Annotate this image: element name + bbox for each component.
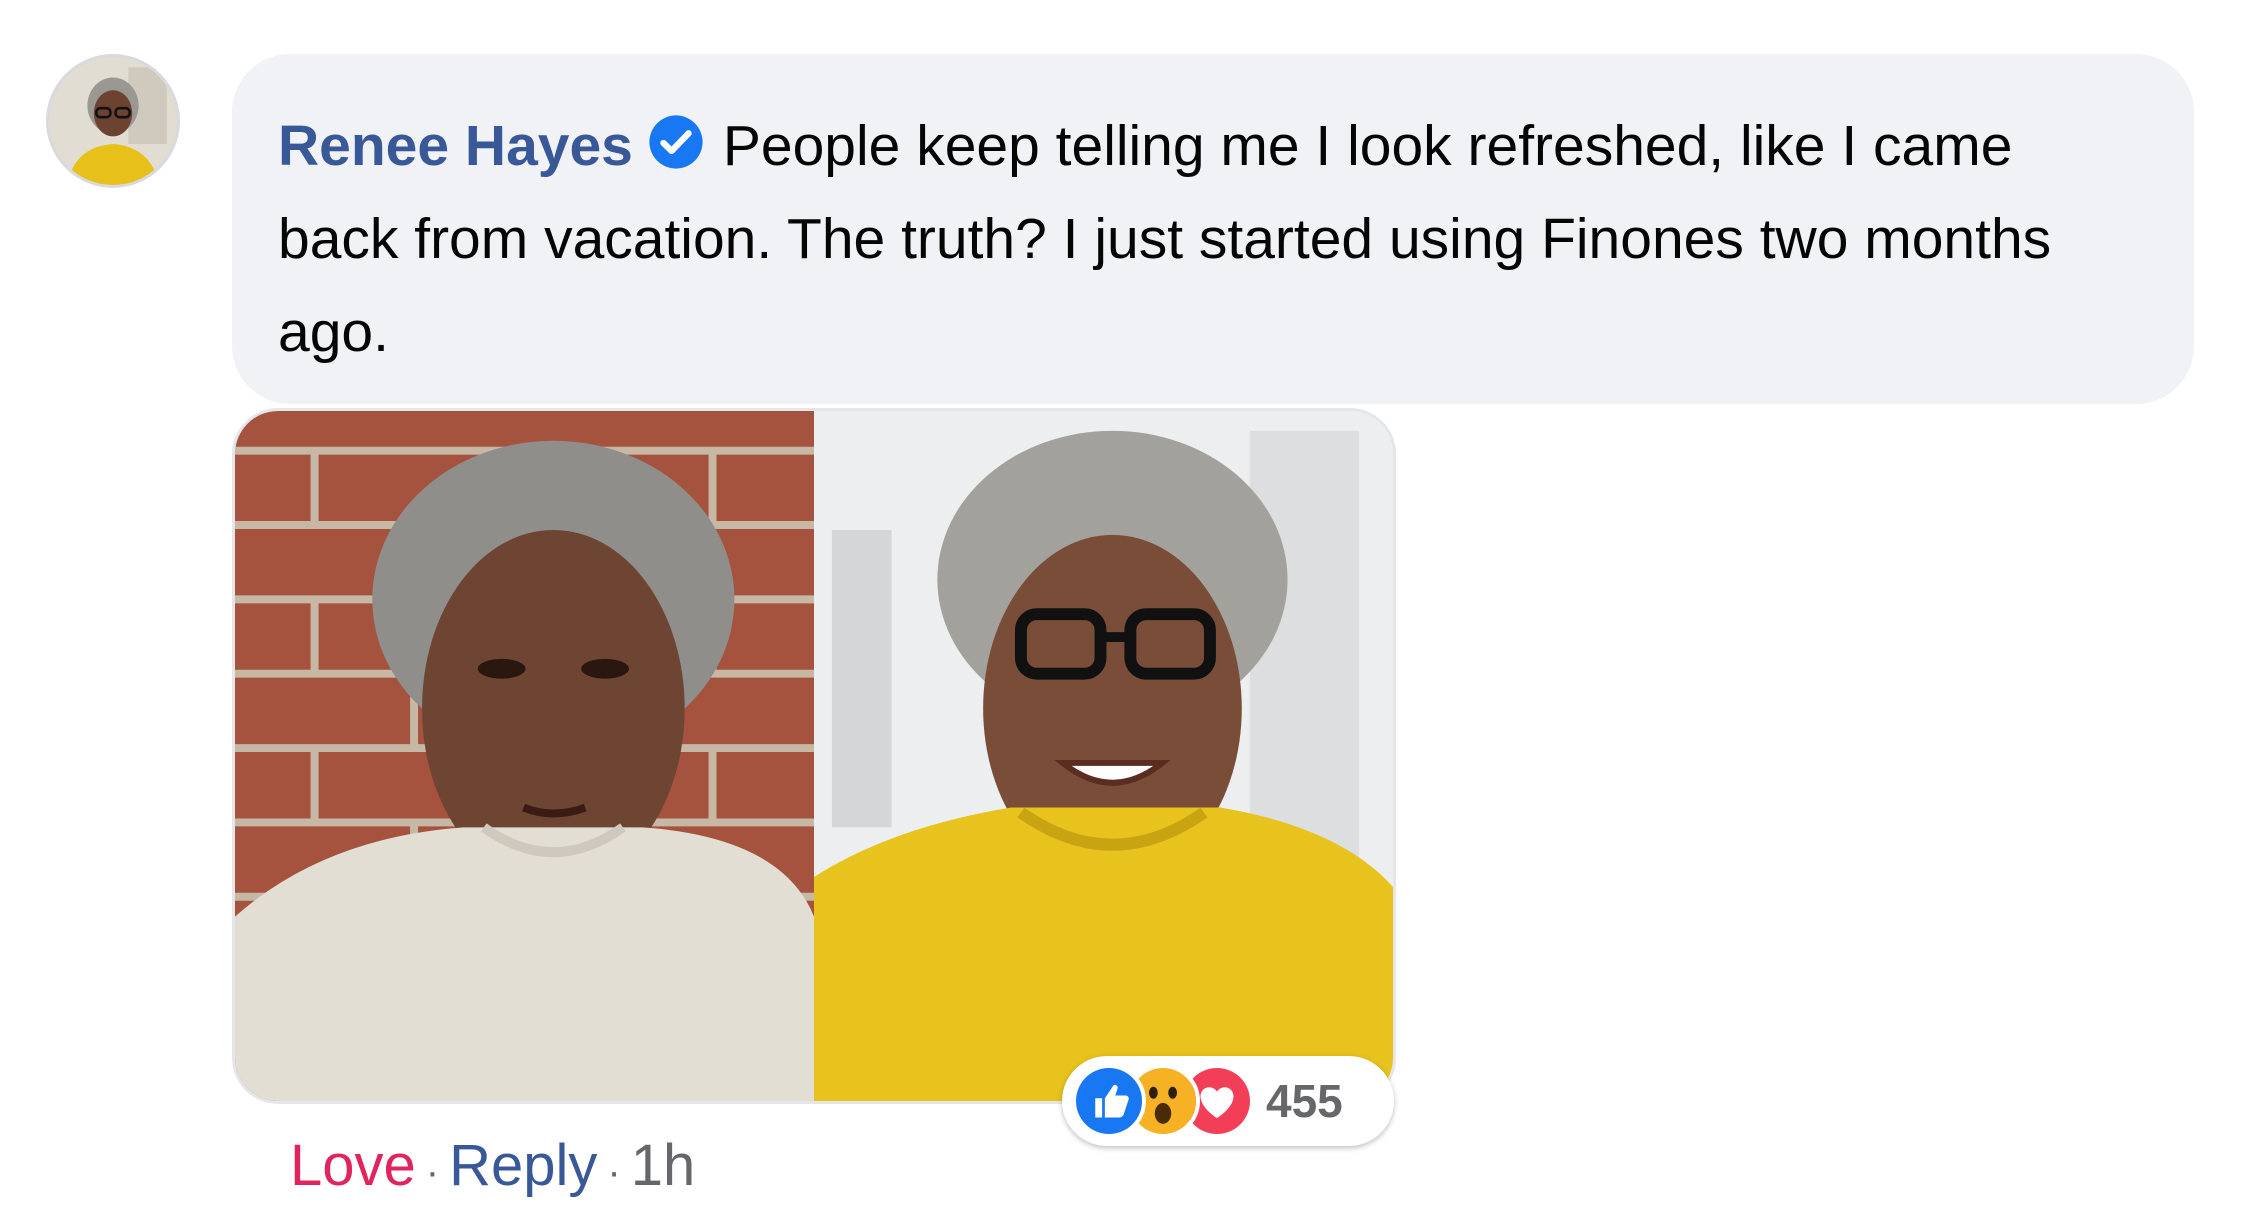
avatar[interactable] [46,54,180,188]
before-after-photo-icon [235,411,1393,1101]
verified-badge-icon [649,115,703,169]
love-link[interactable]: Love [290,1133,416,1198]
comment-bubble: Renee Hayes People keep telling me I loo… [232,54,2194,404]
profile-photo-icon [49,57,177,185]
reaction-count: 455 [1266,1075,1343,1127]
reply-link[interactable]: Reply [449,1133,597,1198]
separator-dot: · [425,1150,440,1194]
timestamp[interactable]: 1h [631,1133,696,1198]
author-name[interactable]: Renee Hayes [278,114,633,178]
reactions-summary[interactable]: 455 [1062,1056,1394,1146]
comment-actions: Love · Reply · 1h [290,1126,695,1212]
comment-photo[interactable] [232,408,1396,1104]
separator-dot: · [607,1150,621,1194]
like-icon [1072,1064,1146,1138]
